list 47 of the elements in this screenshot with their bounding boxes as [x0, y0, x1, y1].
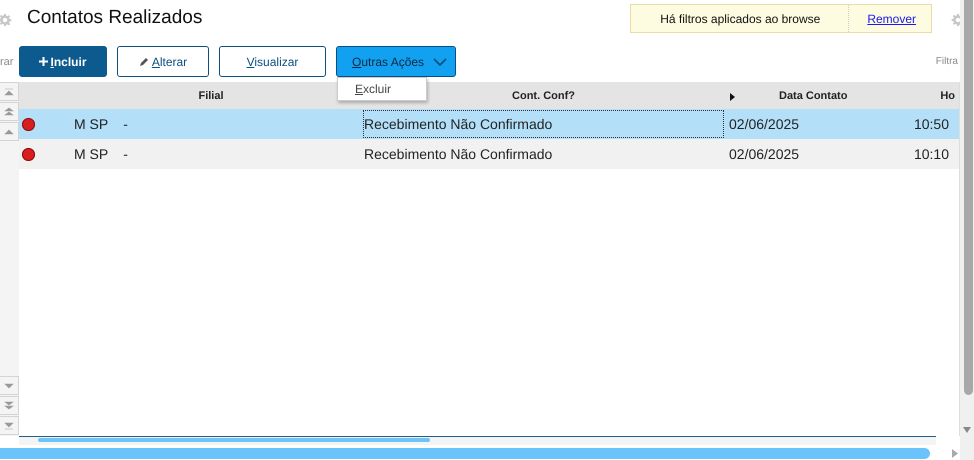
table-cell: Recebimento Não Confirmado [362, 109, 725, 139]
table-cell-text: 02/06/2025 [728, 115, 800, 134]
page-down-icon [4, 400, 14, 410]
remove-link[interactable]: Remover [849, 12, 931, 26]
column-header[interactable]: Cont. Conf? [512, 90, 575, 102]
menu-item[interactable]: Excluir [338, 78, 426, 100]
filter-label: Filtra [936, 56, 958, 67]
page-down-button[interactable] [0, 396, 19, 415]
table-cell-text: 10:10 [912, 145, 950, 164]
add-button[interactable]: Incluir [19, 46, 107, 77]
plus-icon [39, 57, 48, 66]
table-cell-text: 10:50 [912, 115, 950, 134]
table-cell-text: - [123, 146, 128, 162]
right-arrow-icon[interactable] [952, 448, 958, 458]
view-button[interactable]: Visualizar [219, 46, 326, 77]
settings-icon[interactable] [0, 13, 12, 27]
table-cell-text: - [123, 116, 128, 132]
horizontal-scrollbar[interactable] [0, 448, 930, 458]
page-up-icon [4, 106, 14, 116]
sort-arrow-icon [730, 92, 735, 100]
table-row[interactable]: M SP - Recebimento Não Confirmado 02/06/2025 10:50 [19, 109, 959, 139]
more-actions-button[interactable]: Outras Ações [336, 46, 456, 77]
pencil-icon [138, 56, 149, 66]
table-cell-text: M SP [74, 146, 108, 162]
last-page-button[interactable] [0, 416, 19, 435]
down-arrow-button[interactable] [0, 376, 19, 395]
column-header[interactable]: Ho [940, 90, 955, 102]
table-row[interactable]: M SP - Recebimento Não Confirmado 02/06/2025 10:10 [19, 139, 959, 169]
horizontal-scrollbar[interactable] [19, 436, 936, 445]
table-cell-text: Recebimento Não Confirmado [363, 145, 554, 164]
down-arrow-icon[interactable] [963, 427, 971, 433]
page-up-button[interactable] [0, 102, 19, 121]
filter-notice-text: Há filtros aplicados ao browse [631, 5, 850, 32]
page-title: Contatos Realizados [27, 7, 202, 29]
table-cell-text: 02/06/2025 [728, 145, 800, 164]
column-header[interactable]: Filial [198, 90, 224, 102]
chevron-down-icon [432, 58, 447, 66]
first-page-button[interactable] [0, 82, 19, 101]
vertical-scrollbar[interactable] [964, 0, 973, 395]
first-page-icon [4, 86, 14, 96]
column-header[interactable]: Data Contato [779, 90, 848, 102]
up-arrow-button[interactable] [0, 122, 19, 141]
table-cell-text: M SP [74, 116, 108, 132]
edit-button[interactable]: Alterar [117, 46, 209, 77]
last-page-icon [4, 420, 14, 430]
down-arrow-icon [4, 380, 14, 390]
filter-label: rar [0, 56, 14, 68]
